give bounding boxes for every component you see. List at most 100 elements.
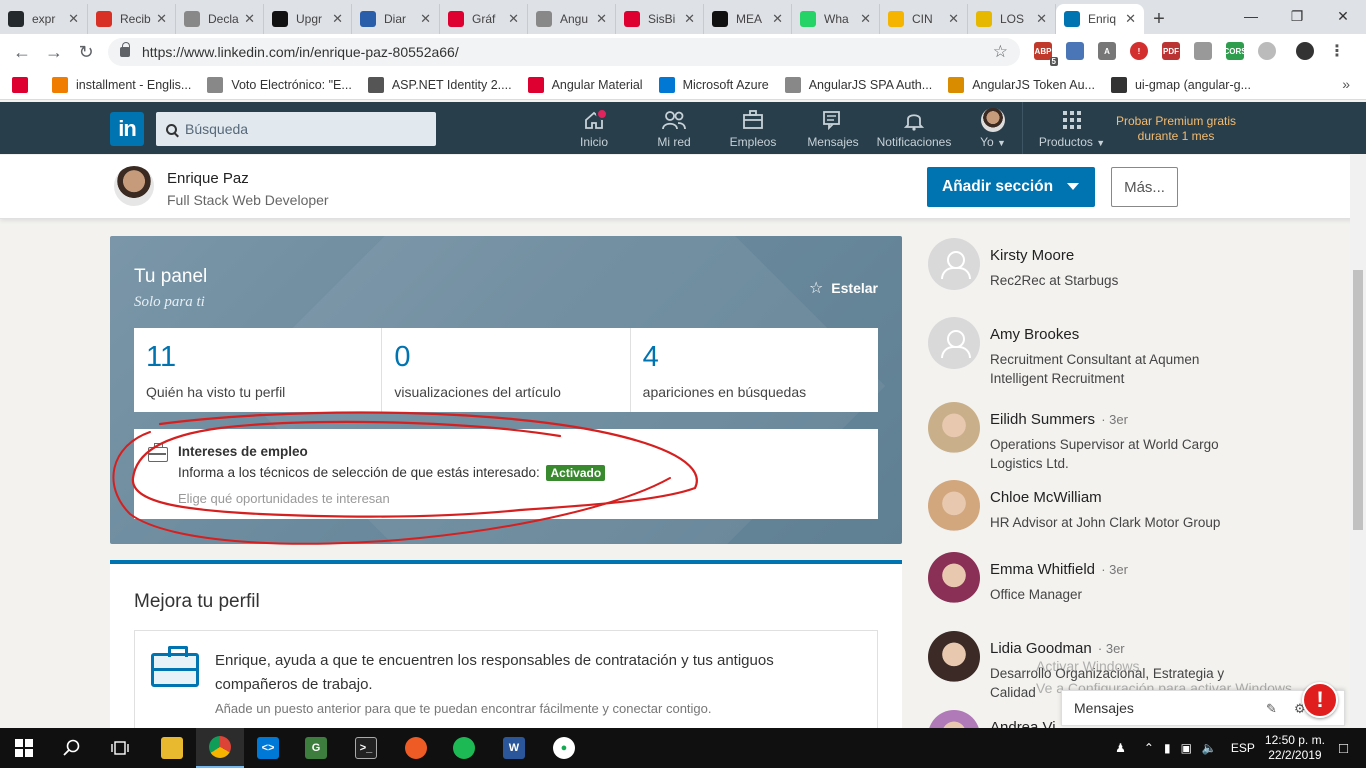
nav-messages[interactable]: Mensajes xyxy=(806,108,860,152)
browser-tab[interactable]: Upgr ✕ xyxy=(264,4,352,34)
browser-tab[interactable]: MEA ✕ xyxy=(704,4,792,34)
avatar[interactable] xyxy=(928,552,980,604)
browser-tab[interactable]: Recib ✕ xyxy=(88,4,176,34)
reload-icon[interactable]: ↻ xyxy=(70,36,102,68)
extension-icon[interactable] xyxy=(1066,42,1084,60)
person-name[interactable]: Amy Brookes xyxy=(990,326,1079,343)
sync-icon[interactable] xyxy=(1258,42,1276,60)
terminal-taskbar-button[interactable]: >_ xyxy=(342,728,390,768)
nav-grid[interactable]: Productos ▼ xyxy=(1036,108,1108,152)
word-taskbar-button[interactable]: W xyxy=(490,728,538,768)
ghost-avatar[interactable] xyxy=(928,317,980,369)
avatar[interactable] xyxy=(928,631,980,683)
linkedin-logo[interactable]: in xyxy=(110,112,144,146)
stat-profile-views[interactable]: 11 Quién ha visto tu perfil xyxy=(134,328,383,412)
bookmark-item[interactable]: installment - Englis... xyxy=(52,76,191,93)
chevron-up-icon[interactable]: ⌃ xyxy=(1144,741,1154,755)
close-icon[interactable]: ✕ xyxy=(860,11,871,27)
nav-me[interactable]: Yo ▼ xyxy=(966,108,1020,152)
browser-tab[interactable]: Angu ✕ xyxy=(528,4,616,34)
notifications-icon[interactable]: □ xyxy=(1339,740,1348,757)
browser-tab[interactable]: Gráf ✕ xyxy=(440,4,528,34)
add-section-button[interactable]: Añadir sección xyxy=(927,167,1095,207)
new-tab-icon[interactable]: + xyxy=(1144,4,1174,34)
close-icon[interactable]: ✕ xyxy=(68,11,79,27)
browser-tab[interactable]: Decla ✕ xyxy=(176,4,264,34)
compose-icon[interactable]: ✎ xyxy=(1266,701,1280,716)
browser-tab[interactable]: Diar ✕ xyxy=(352,4,440,34)
nav-network[interactable]: Mi red xyxy=(652,108,696,152)
clock[interactable]: 12:50 p. m. 22/2/2019 xyxy=(1265,733,1325,763)
file-explorer-button[interactable] xyxy=(148,728,196,768)
task-view-button[interactable] xyxy=(96,728,144,768)
profile-avatar[interactable] xyxy=(114,166,154,206)
page-scrollbar[interactable] xyxy=(1350,155,1366,728)
close-icon[interactable]: ✕ xyxy=(332,11,343,27)
browser-tab[interactable]: CIN ✕ xyxy=(880,4,968,34)
person-name[interactable]: Kirsty Moore xyxy=(990,247,1074,264)
browser-tab[interactable]: SisBi ✕ xyxy=(616,4,704,34)
person-name[interactable]: Eilidh Summers xyxy=(990,411,1095,428)
scrollbar-thumb[interactable] xyxy=(1353,270,1363,530)
improve-suggestion[interactable]: Enrique, ayuda a que te encuentren los r… xyxy=(134,630,878,730)
bookmark-item[interactable]: Microsoft Azure xyxy=(658,76,769,93)
back-icon[interactable]: ← xyxy=(6,36,38,68)
bookmark-item[interactable]: ASP.NET Identity 2.... xyxy=(367,76,512,93)
ghost-avatar[interactable] xyxy=(928,238,980,290)
mongodb-taskbar-button[interactable]: ● xyxy=(540,728,588,768)
bookmark-item[interactable]: Angular Material xyxy=(527,76,643,93)
vscode-taskbar-button[interactable]: <> xyxy=(244,728,292,768)
url-bar[interactable]: https://www.linkedin.com/in/enrique-paz-… xyxy=(108,38,1020,66)
bookmarks-overflow-icon[interactable]: » xyxy=(1342,76,1350,92)
close-icon[interactable]: ✕ xyxy=(948,11,959,27)
minimize-icon[interactable]: — xyxy=(1228,0,1274,32)
git-taskbar-button[interactable]: G xyxy=(292,728,340,768)
stat-search-appearances[interactable]: 4 apariciones en búsquedas xyxy=(631,328,878,412)
more-button[interactable]: Más... xyxy=(1111,167,1178,207)
close-icon[interactable]: ✕ xyxy=(1036,11,1047,27)
search-input[interactable]: Búsqueda xyxy=(156,112,436,146)
browser-tab[interactable]: Wha ✕ xyxy=(792,4,880,34)
person-name[interactable]: Emma Whitfield xyxy=(990,561,1095,578)
close-icon[interactable]: ✕ xyxy=(596,11,607,27)
browser-tab[interactable]: expr ✕ xyxy=(0,4,88,34)
error-extension-icon[interactable]: ! xyxy=(1130,42,1148,60)
bookmark-item[interactable]: Voto Electrónico: "E... xyxy=(207,76,352,93)
windows-start-button[interactable] xyxy=(0,728,48,768)
network-icon[interactable]: ▣ xyxy=(1181,741,1192,755)
search-taskbar-button[interactable] xyxy=(48,728,96,768)
close-icon[interactable]: ✕ xyxy=(1125,11,1136,27)
postman-taskbar-button[interactable] xyxy=(392,728,440,768)
premium-link[interactable]: Probar Premium gratis durante 1 mes xyxy=(1106,114,1246,144)
bookmark-item[interactable] xyxy=(12,76,36,93)
close-icon[interactable]: ✕ xyxy=(156,11,167,27)
person-name[interactable]: Chloe McWilliam xyxy=(990,489,1102,506)
chrome-taskbar-button[interactable] xyxy=(196,728,244,768)
adblock-icon[interactable]: ABP 5 xyxy=(1034,42,1058,66)
url-text[interactable]: https://www.linkedin.com/in/enrique-paz-… xyxy=(142,44,993,60)
angular-devtools-icon[interactable]: A xyxy=(1098,42,1116,60)
profile-avatar-icon[interactable] xyxy=(1296,42,1314,60)
volume-icon[interactable]: 🔈 xyxy=(1202,741,1217,755)
maximize-icon[interactable]: ❐ xyxy=(1274,0,1320,32)
stat-article-views[interactable]: 0 visualizaciones del artículo xyxy=(382,328,631,412)
star-button[interactable]: ☆ Estelar xyxy=(809,278,878,298)
avatar[interactable] xyxy=(928,480,980,532)
bookmark-item[interactable]: AngularJS Token Au... xyxy=(948,76,1095,93)
battery-icon[interactable]: ▮ xyxy=(1164,741,1171,755)
nav-jobs[interactable]: Empleos xyxy=(724,108,782,152)
bookmark-item[interactable]: ui-gmap (angular-g... xyxy=(1110,76,1251,93)
cors-icon[interactable]: CORS xyxy=(1223,42,1247,60)
browser-tab[interactable]: LOS ✕ xyxy=(968,4,1056,34)
close-icon[interactable]: ✕ xyxy=(244,11,255,27)
language-indicator[interactable]: ESP xyxy=(1231,741,1255,755)
people-icon[interactable]: ♟ xyxy=(1115,741,1126,755)
menu-kebab-icon[interactable]: ⋮ xyxy=(1328,42,1346,60)
spotify-taskbar-button[interactable] xyxy=(440,728,488,768)
nav-bell[interactable]: Notificaciones xyxy=(876,108,952,152)
forward-icon[interactable]: → xyxy=(38,36,70,68)
close-icon[interactable]: ✕ xyxy=(508,11,519,27)
bookmark-item[interactable]: AngularJS SPA Auth... xyxy=(784,76,932,93)
close-icon[interactable]: ✕ xyxy=(420,11,431,27)
pdf-icon[interactable]: PDF xyxy=(1162,42,1180,60)
